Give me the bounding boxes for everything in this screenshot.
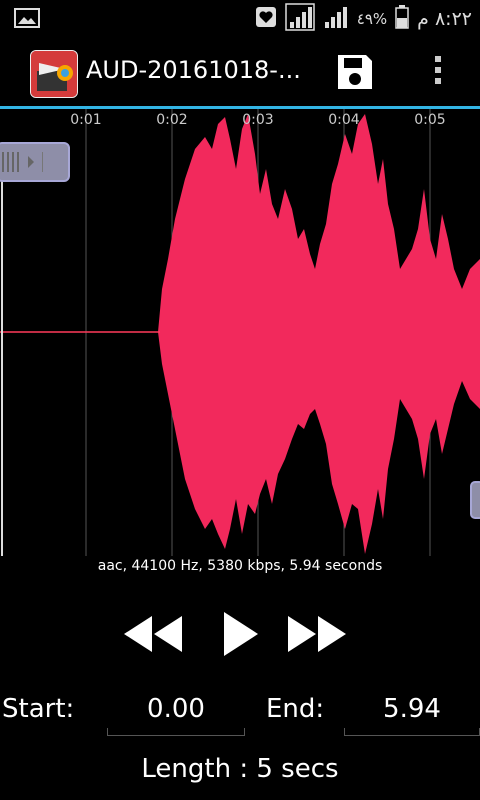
timecode-label: 0:05	[414, 112, 446, 128]
waveform-view[interactable]: 0:01 0:02 0:03 0:04 0:05	[0, 109, 480, 556]
end-time-input[interactable]: 5.94	[344, 690, 480, 736]
end-marker-handle[interactable]	[470, 481, 480, 519]
clock: ٨:٢٢ م	[417, 8, 472, 30]
end-label: End:	[266, 694, 325, 724]
action-bar: AUD-20161018-...	[0, 38, 480, 106]
length-text: Length : 5 secs	[141, 754, 339, 784]
start-label: Start:	[2, 694, 75, 724]
waveform-shape	[0, 114, 480, 554]
rewind-icon[interactable]	[120, 611, 186, 657]
start-marker-handle[interactable]	[0, 142, 70, 182]
image-notification-icon	[14, 8, 40, 32]
heart-notification-icon	[255, 6, 277, 32]
signal-icon	[285, 3, 315, 35]
waveform-graphic	[0, 109, 480, 556]
overflow-menu-icon[interactable]	[430, 56, 446, 92]
start-time-value[interactable]: 0.00	[107, 694, 245, 724]
play-icon[interactable]	[220, 608, 260, 660]
status-bar: ٤٩% ٨:٢٢ م	[0, 0, 480, 38]
app-logo-icon[interactable]	[30, 50, 78, 98]
fast-forward-icon[interactable]	[284, 611, 350, 657]
range-fields: Start: 0.00 End: 5.94	[0, 690, 480, 740]
transport-controls	[0, 606, 480, 662]
battery-icon	[395, 5, 409, 33]
timecode-label: 0:04	[328, 112, 360, 128]
end-time-value[interactable]: 5.94	[344, 694, 480, 724]
time-ruler: 0:01 0:02 0:03 0:04 0:05	[0, 112, 480, 136]
signal-icon-2	[323, 5, 349, 33]
timecode-label: 0:01	[70, 112, 102, 128]
file-title: AUD-20161018-...	[86, 56, 301, 84]
timecode-label: 0:03	[242, 112, 274, 128]
save-icon[interactable]	[336, 53, 374, 91]
timecode-label: 0:02	[156, 112, 188, 128]
start-time-input[interactable]: 0.00	[107, 690, 245, 736]
battery-percent: ٤٩%	[356, 10, 388, 28]
audio-info: aac, 44100 Hz, 5380 kbps, 5.94 seconds	[97, 558, 383, 574]
